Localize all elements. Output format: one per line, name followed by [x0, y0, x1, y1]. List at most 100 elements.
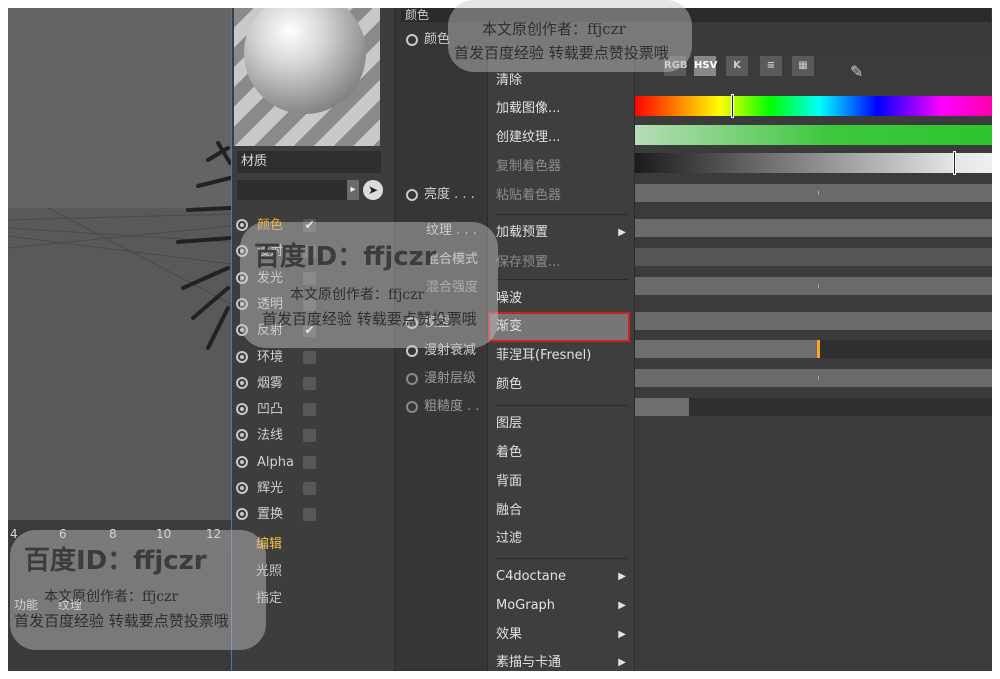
hue-slider-handle[interactable] — [731, 94, 734, 118]
menu-item[interactable]: 菲涅耳(Fresnel) — [496, 345, 628, 367]
watermark-author: 本文原创作者：ffjczr — [290, 287, 425, 303]
mix-strength-slider[interactable] — [634, 277, 992, 295]
pick-arrow-icon[interactable]: ➤ — [363, 180, 383, 200]
channel-checkbox[interactable] — [303, 351, 316, 364]
animate-radio-icon[interactable] — [406, 400, 418, 413]
preview-sphere — [244, 8, 366, 114]
channel-row[interactable]: 烟雾 — [236, 373, 326, 395]
menu-item[interactable]: 图层 — [496, 413, 628, 435]
animate-radio-icon[interactable] — [406, 33, 418, 46]
diffuse-falloff-slider[interactable] — [634, 340, 992, 358]
animate-radio-icon[interactable] — [236, 482, 248, 494]
value-slider-handle[interactable] — [953, 151, 956, 175]
slider-tick — [818, 284, 819, 288]
value-slider[interactable] — [634, 151, 992, 175]
animate-radio-icon[interactable] — [236, 403, 248, 415]
menu-item[interactable]: C4doctane ▶ — [496, 566, 628, 588]
roughness-slider[interactable] — [634, 398, 992, 416]
channel-checkbox[interactable] — [303, 456, 316, 469]
menu-item[interactable]: 过滤 — [496, 528, 628, 550]
channel-checkbox[interactable] — [303, 508, 316, 521]
menu-item-label: 保存预置... — [496, 255, 561, 270]
channel-checkbox[interactable] — [303, 429, 316, 442]
diffuse-level-slider[interactable] — [634, 369, 992, 387]
channel-label: 环境 — [257, 350, 284, 365]
channel-checkbox[interactable] — [303, 403, 316, 416]
material-preview[interactable] — [234, 8, 380, 146]
menu-item[interactable]: 着色 — [496, 442, 628, 464]
animate-radio-icon[interactable] — [236, 429, 248, 441]
attr-roughness[interactable]: 粗糙度 . . — [406, 397, 480, 417]
material-name-field[interactable] — [237, 180, 347, 200]
menu-item-label: 菲涅耳(Fresnel) — [496, 348, 592, 363]
channel-row[interactable]: Alpha — [236, 452, 326, 474]
menu-item[interactable]: 渐变 — [496, 316, 628, 338]
channel-row[interactable]: 凹凸 — [236, 399, 326, 421]
channel-label: 烟雾 — [257, 376, 284, 391]
eyedropper-icon[interactable]: ✎ — [850, 62, 863, 81]
model-field[interactable] — [634, 312, 992, 330]
hue-slider[interactable] — [634, 94, 992, 118]
menu-item-label: 素描与卡通 — [496, 655, 562, 670]
mix-mode-field[interactable] — [634, 248, 992, 266]
slider-tick — [818, 376, 819, 380]
menu-item[interactable]: 创建纹理... — [496, 127, 628, 149]
material-dropdown-arrow[interactable]: ▸ — [347, 180, 359, 200]
menu-item[interactable]: 融合 — [496, 500, 628, 522]
material-name-label[interactable]: 材质 — [237, 151, 381, 173]
menu-separator — [496, 279, 628, 280]
swatch-mode-icon[interactable]: ▦ — [792, 56, 814, 76]
menu-item-label: 清除 — [496, 73, 523, 88]
channel-checkbox[interactable] — [303, 377, 316, 390]
animate-radio-icon[interactable] — [236, 508, 248, 520]
brush-strokes-doodle — [176, 141, 231, 350]
channel-row[interactable]: 环境 — [236, 347, 326, 369]
texture-field[interactable] — [634, 219, 992, 237]
animate-radio-icon[interactable] — [236, 377, 248, 389]
kelvin-mode-button[interactable]: K — [726, 56, 748, 76]
menu-separator — [496, 405, 628, 406]
menu-separator — [496, 214, 628, 215]
attr-color[interactable]: 颜色 — [406, 30, 450, 50]
attr-diffuse-level-label: 漫射层级 — [424, 371, 477, 386]
attr-color-label: 颜色 — [424, 32, 451, 47]
attr-brightness[interactable]: 亮度 . . . — [406, 185, 475, 205]
watermark-author: 本文原创作者：ffjczr — [482, 20, 626, 38]
animate-radio-icon[interactable] — [406, 372, 418, 385]
menu-item: 保存预置... — [496, 252, 628, 274]
mixer-mode-icon[interactable]: ≡ — [760, 56, 782, 76]
submenu-arrow-icon: ▶ — [618, 571, 626, 582]
channel-label: 法线 — [257, 428, 284, 443]
menu-item[interactable]: 效果 ▶ — [496, 624, 628, 646]
channel-checkbox[interactable] — [303, 482, 316, 495]
menu-item[interactable]: 加载预置 ▶ — [496, 222, 628, 244]
brightness-slider[interactable] — [634, 184, 992, 202]
menu-item[interactable]: 背面 — [496, 471, 628, 493]
menu-item[interactable]: 颜色 — [496, 374, 628, 396]
channel-row[interactable]: 置换 — [236, 504, 326, 526]
hsv-mode-button[interactable]: HSV — [694, 56, 717, 76]
menu-item-label: 加载预置 — [496, 225, 549, 240]
watermark-notice: 首发百度经验 转载要点赞投票哦 — [262, 310, 477, 328]
saturation-slider[interactable] — [634, 125, 992, 145]
slider-fill — [634, 340, 818, 358]
menu-item[interactable]: 清除 — [496, 70, 628, 92]
animate-radio-icon[interactable] — [406, 188, 418, 201]
slider-handle[interactable] — [817, 340, 820, 358]
animate-radio-icon[interactable] — [236, 456, 248, 468]
menu-item-label: C4doctane — [496, 569, 567, 584]
menu-item[interactable]: 加载图像... — [496, 98, 628, 120]
animate-radio-icon[interactable] — [236, 351, 248, 363]
menu-item[interactable]: MoGraph ▶ — [496, 595, 628, 617]
watermark-author: 本文原创作者：ffjczr — [44, 589, 179, 605]
menu-separator — [496, 558, 628, 559]
menu-item[interactable]: 噪波 — [496, 288, 628, 310]
channel-row[interactable]: 辉光 — [236, 478, 326, 500]
channel-row[interactable]: 法线 — [236, 425, 326, 447]
menu-item[interactable]: 素描与卡通 ▶ — [496, 652, 628, 671]
attr-diffuse-level[interactable]: 漫射层级 — [406, 369, 476, 389]
menu-item-label: 复制着色器 — [496, 159, 562, 174]
3d-viewport[interactable]: 4 6 8 10 12 功能 纹理 — [8, 8, 231, 671]
watermark-id: 百度ID：ffjczr — [254, 242, 437, 272]
watermark-notice: 首发百度经验 转载要点赞投票哦 — [14, 612, 229, 630]
